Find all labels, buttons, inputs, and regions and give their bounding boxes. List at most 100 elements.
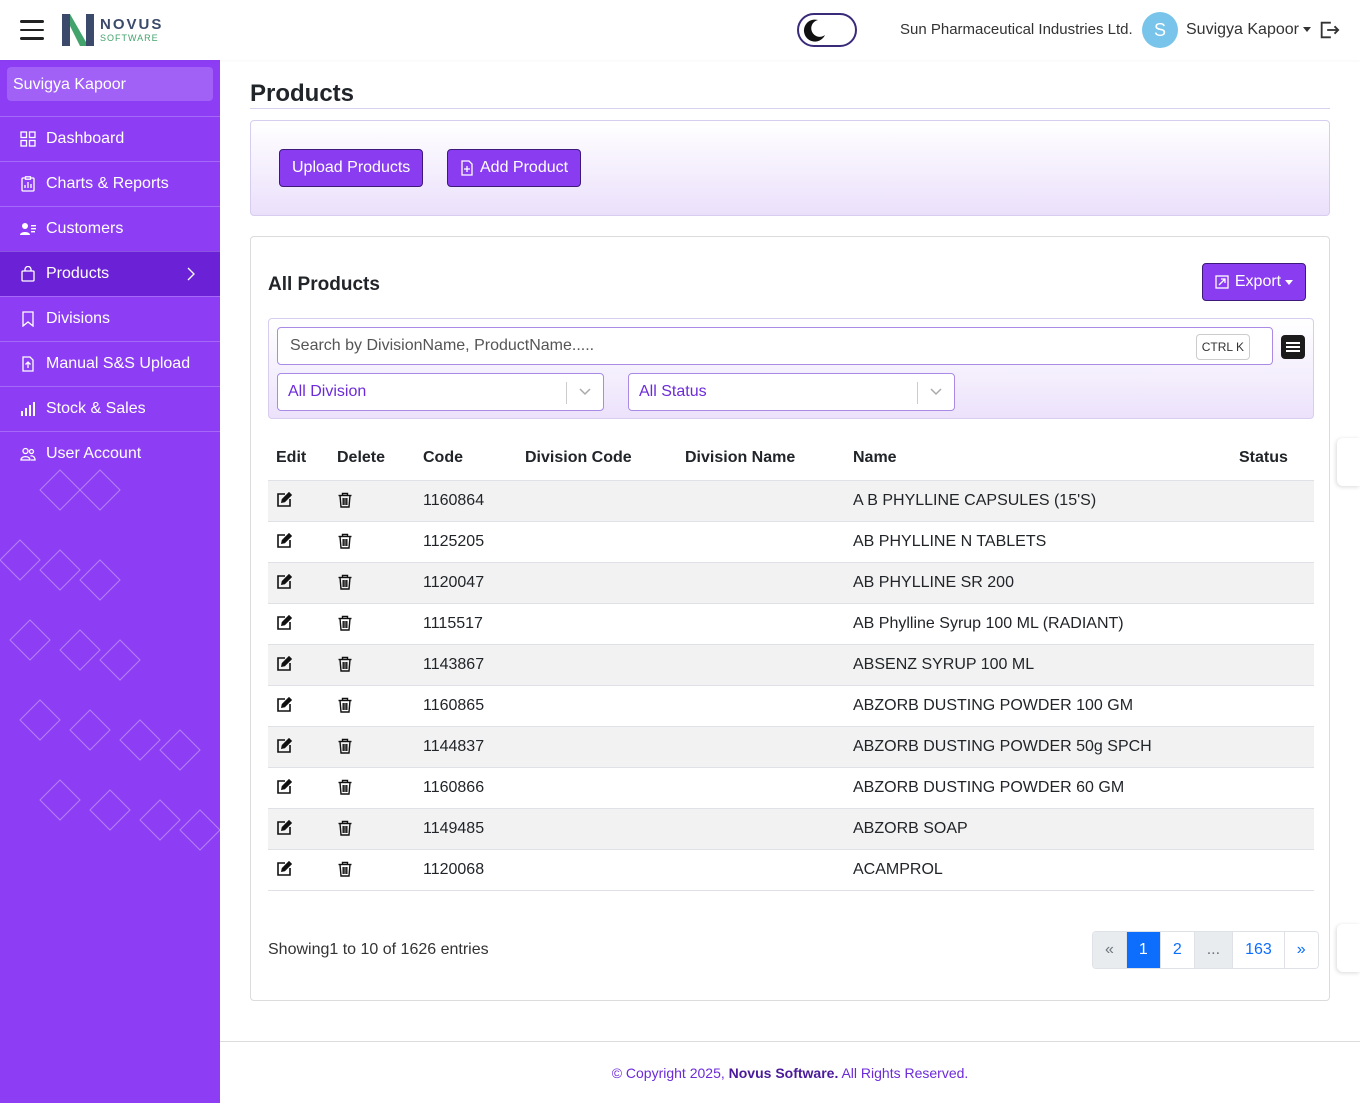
sidebar-item-charts-reports[interactable]: Charts & Reports — [0, 161, 220, 206]
edit-cell — [268, 808, 329, 850]
division-code-cell — [517, 726, 677, 768]
division-name-cell — [677, 726, 845, 768]
trash-icon[interactable] — [337, 615, 353, 631]
novus-logo-icon — [62, 14, 94, 46]
edit-cell — [268, 685, 329, 727]
status-cell — [1231, 849, 1314, 891]
edit-icon[interactable] — [276, 656, 292, 672]
page-next[interactable]: » — [1283, 932, 1318, 968]
edit-icon[interactable] — [276, 738, 292, 754]
trash-icon[interactable] — [337, 697, 353, 713]
sidebar-item-manual-upload[interactable]: Manual S&S Upload — [0, 341, 220, 386]
bookmark-icon — [22, 311, 34, 327]
products-card: All Products Export Search by DivisionNa… — [250, 236, 1330, 1001]
top-bar: NOVUS SOFTWARE Sun Pharmaceutical Indust… — [0, 0, 1360, 60]
col-status: Status — [1231, 437, 1314, 481]
chevron-down-icon — [579, 388, 591, 396]
side-panel-tab[interactable] — [1337, 924, 1360, 972]
status-cell — [1231, 726, 1314, 768]
status-cell — [1231, 562, 1314, 604]
delete-cell — [329, 521, 415, 563]
search-placeholder: Search by DivisionName, ProductName..... — [290, 337, 595, 354]
side-panel-tab[interactable] — [1337, 438, 1360, 486]
report-icon — [21, 176, 35, 192]
code-cell: 1120068 — [415, 849, 517, 891]
add-product-button[interactable]: Add Product — [447, 149, 582, 187]
table-row: 1160864 A B PHYLLINE CAPSULES (15'S) — [268, 480, 1314, 522]
code-cell: 1115517 — [415, 603, 517, 645]
trash-icon[interactable] — [337, 779, 353, 795]
bar-chart-icon — [21, 402, 35, 416]
edit-icon[interactable] — [276, 574, 292, 590]
sidebar-item-user-account[interactable]: User Account — [0, 431, 220, 476]
footer-prefix: © Copyright 2025, — [611, 1065, 729, 1081]
delete-cell — [329, 603, 415, 645]
sidebar-item-label: Manual S&S Upload — [46, 355, 191, 372]
sidebar-item-products[interactable]: Products — [0, 251, 220, 296]
menu-icon[interactable] — [20, 20, 44, 40]
trash-icon[interactable] — [337, 533, 353, 549]
status-select-value: All Status — [639, 383, 707, 400]
division-code-cell — [517, 480, 677, 522]
division-select[interactable]: All Division — [277, 373, 604, 411]
name-cell: AB Phylline Syrup 100 ML (RADIANT) — [845, 603, 1231, 645]
division-code-cell — [517, 808, 677, 850]
shortcut-badge: CTRL K — [1195, 334, 1250, 360]
users-icon — [20, 447, 36, 461]
edit-icon[interactable] — [276, 615, 292, 631]
table-row: 1143867 ABSENZ SYRUP 100 ML — [268, 644, 1314, 686]
sidebar-item-divisions[interactable]: Divisions — [0, 296, 220, 341]
delete-cell — [329, 767, 415, 809]
edit-icon[interactable] — [276, 861, 292, 877]
logout-icon[interactable] — [1318, 19, 1340, 41]
user-menu[interactable]: Suvigya Kapoor — [1186, 21, 1311, 39]
page-prev[interactable]: « — [1093, 932, 1126, 968]
status-select[interactable]: All Status — [628, 373, 955, 411]
filter-icon[interactable] — [1281, 335, 1305, 359]
sidebar-item-stock-sales[interactable]: Stock & Sales — [0, 386, 220, 431]
theme-toggle[interactable] — [797, 13, 857, 47]
trash-icon[interactable] — [337, 738, 353, 754]
sidebar-item-customers[interactable]: Customers — [0, 206, 220, 251]
trash-icon[interactable] — [337, 492, 353, 508]
sidebar-item-label: User Account — [46, 445, 142, 462]
background-pattern-icon — [0, 469, 220, 851]
division-select-value: All Division — [288, 383, 367, 400]
edit-icon[interactable] — [276, 492, 292, 508]
edit-icon[interactable] — [276, 820, 292, 836]
table-row: 1160866 ABZORB DUSTING POWDER 60 GM — [268, 767, 1314, 809]
edit-icon[interactable] — [276, 533, 292, 549]
export-icon — [1215, 275, 1229, 289]
edit-icon[interactable] — [276, 697, 292, 713]
export-button[interactable]: Export — [1202, 263, 1306, 301]
pagination: « 1 2 ... 163 » — [1092, 931, 1319, 969]
sidebar-item-dashboard[interactable]: Dashboard — [0, 116, 220, 161]
trash-icon[interactable] — [337, 861, 353, 877]
trash-icon[interactable] — [337, 574, 353, 590]
status-cell — [1231, 480, 1314, 522]
title-divider — [250, 108, 1330, 109]
division-code-cell — [517, 767, 677, 809]
table-row: 1144837 ABZORB DUSTING POWDER 50g SPCH — [268, 726, 1314, 768]
trash-icon[interactable] — [337, 820, 353, 836]
status-cell — [1231, 685, 1314, 727]
table-header-row: Edit Delete Code Division Code Division … — [268, 437, 1314, 481]
delete-cell — [329, 480, 415, 522]
search-input[interactable]: Search by DivisionName, ProductName.....… — [277, 327, 1273, 365]
upload-products-button[interactable]: Upload Products — [279, 149, 424, 187]
col-name: Name — [845, 437, 1231, 481]
page-2[interactable]: 2 — [1159, 932, 1194, 968]
logo[interactable]: NOVUS SOFTWARE — [60, 10, 163, 50]
page-1[interactable]: 1 — [1125, 932, 1160, 968]
division-code-cell — [517, 562, 677, 604]
footer-brand[interactable]: Novus Software. — [729, 1065, 839, 1081]
footer-divider — [220, 1041, 1360, 1042]
name-cell: AB PHYLLINE N TABLETS — [845, 521, 1231, 563]
logo-title: NOVUS — [100, 16, 164, 33]
division-code-cell — [517, 603, 677, 645]
code-cell: 1120047 — [415, 562, 517, 604]
page-163[interactable]: 163 — [1232, 932, 1284, 968]
trash-icon[interactable] — [337, 656, 353, 672]
avatar[interactable]: S — [1142, 12, 1178, 48]
edit-icon[interactable] — [276, 779, 292, 795]
